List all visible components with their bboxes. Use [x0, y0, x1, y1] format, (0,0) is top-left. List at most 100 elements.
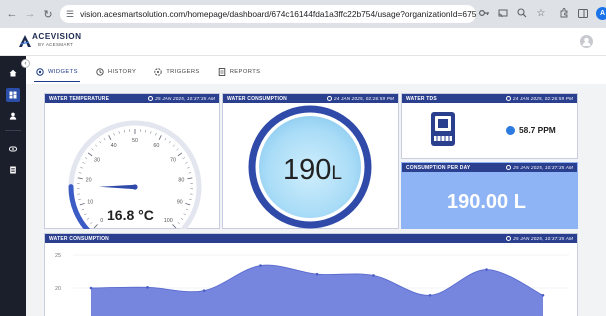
- gauge-minor-tick: [155, 132, 157, 136]
- gauge-minor-tick: [180, 217, 184, 220]
- card-timestamp: 24 JAN 2025, 02:26:59 PM: [327, 96, 394, 101]
- dashboard-icon: [9, 91, 17, 99]
- zoom-icon[interactable]: [516, 6, 528, 20]
- chart-plot: 25 20: [55, 253, 569, 316]
- water-temperature-card: WATER TEMPERATURE 25 JAN 2025, 10:37:35 …: [44, 93, 220, 229]
- data-point[interactable]: [89, 286, 93, 290]
- timestamp-text: 25 JAN 2025, 10:37:35 AM: [513, 236, 573, 241]
- sidebar-divider: [5, 130, 21, 131]
- temperature-value: 16.8 °C: [107, 207, 154, 223]
- gauge-minor-tick: [189, 198, 192, 200]
- gauge-minor-tick: [183, 213, 186, 216]
- gauge-minor-tick: [185, 208, 189, 211]
- gauge-minor-tick: [81, 208, 85, 211]
- gauge-minor-tick: [164, 137, 167, 141]
- sidebar-item-devices[interactable]: [6, 142, 20, 156]
- gauge-major-tick: [93, 224, 98, 229]
- app-header: ACEVISION BY ACESMART: [0, 28, 606, 56]
- data-point[interactable]: [372, 274, 375, 277]
- gauge-minor-tick: [188, 172, 192, 174]
- tab-widgets[interactable]: WIDGETS: [34, 62, 80, 82]
- sidebar-item-home[interactable]: [6, 66, 20, 80]
- sidebar-collapse-button[interactable]: ‹: [21, 59, 30, 68]
- consumption-unit: L: [331, 163, 342, 184]
- gauge-minor-tick: [95, 144, 98, 147]
- clock-icon: [506, 96, 512, 101]
- url-text: vision.acesmartsolution.com/homepage/das…: [80, 9, 476, 19]
- sidebar-item-reports[interactable]: [6, 163, 20, 177]
- site-info-icon[interactable]: ☰: [66, 9, 74, 20]
- y-tick-label: 20: [55, 286, 61, 292]
- tab-triggers[interactable]: TRIGGERS: [152, 62, 201, 82]
- card-timestamp: 25 JAN 2025, 10:37:35 AM: [506, 165, 573, 170]
- gauge-major-tick: [172, 224, 177, 229]
- gauge-minor-tick: [99, 141, 102, 144]
- gauge-tick-label: 50: [132, 138, 138, 144]
- gauge-minor-tick: [185, 162, 188, 164]
- gauge-needle: [99, 184, 136, 190]
- data-point[interactable]: [146, 286, 149, 289]
- clock-icon: [148, 96, 154, 101]
- y-tick-label: 25: [55, 253, 61, 259]
- sidebar-panel-icon[interactable]: [577, 6, 589, 20]
- gauge-major-tick: [79, 202, 85, 206]
- gauge-minor-tick: [177, 222, 180, 225]
- gauge-major-tick: [108, 135, 112, 140]
- card-header: WATER TDS 24 JAN 2025, 02:26:59 PM: [402, 94, 577, 103]
- gauge-major-tick: [177, 152, 183, 157]
- sidebar-item-users[interactable]: [6, 109, 20, 123]
- card-title: WATER TDS: [406, 95, 437, 102]
- gauge-minor-tick: [113, 132, 115, 136]
- gauge-tick-label: 90: [177, 200, 183, 206]
- gauge-minor-tick: [103, 137, 106, 141]
- back-icon[interactable]: ←: [4, 6, 20, 22]
- tab-label: HISTORY: [107, 69, 137, 75]
- history-icon: [96, 68, 104, 76]
- card-header: WATER CONSUMPTION 25 JAN 2025, 10:37:35 …: [45, 234, 577, 243]
- data-point[interactable]: [259, 264, 262, 267]
- gauge-tick-label: 20: [86, 178, 92, 184]
- consumption-per-day-card: CONSUMPTION PER DAY 25 JAN 2025, 10:37:3…: [401, 162, 578, 229]
- card-title: WATER TEMPERATURE: [49, 95, 110, 102]
- password-key-icon[interactable]: [478, 6, 490, 20]
- gauge-minor-tick: [172, 144, 175, 147]
- data-point[interactable]: [202, 289, 206, 292]
- clock-icon: [327, 96, 333, 101]
- reports-icon: [218, 68, 225, 76]
- tab-reports[interactable]: REPORTS: [216, 62, 263, 82]
- triggers-icon: [154, 68, 162, 76]
- home-icon: [9, 69, 17, 77]
- tab-history[interactable]: HISTORY: [94, 62, 138, 82]
- tds-status-dot: [506, 125, 515, 135]
- tds-sensor-icon: [431, 112, 455, 146]
- bookmark-star-icon[interactable]: ☆: [535, 6, 547, 20]
- gauge-tick-label: 70: [170, 157, 176, 163]
- profile-avatar[interactable]: A: [596, 6, 606, 20]
- card-header: WATER CONSUMPTION 24 JAN 2025, 02:26:59 …: [223, 94, 398, 103]
- data-point[interactable]: [315, 272, 319, 276]
- tds-reading: 58.7 PPM: [506, 125, 556, 135]
- reload-icon[interactable]: ↻: [40, 6, 56, 22]
- gauge-major-tick: [87, 152, 93, 157]
- acevision-logo[interactable]: ACEVISION BY ACESMART: [18, 31, 88, 53]
- forward-icon[interactable]: →: [22, 6, 38, 22]
- gauge-minor-tick: [168, 141, 171, 144]
- card-title: WATER CONSUMPTION: [227, 95, 287, 102]
- data-point[interactable]: [485, 268, 488, 271]
- data-point[interactable]: [428, 293, 432, 297]
- gauge-major-tick: [187, 177, 193, 180]
- left-sidebar: [0, 56, 26, 316]
- timestamp-text: 24 JAN 2025, 02:26:59 PM: [513, 96, 573, 101]
- gauge-major-tick: [158, 135, 162, 140]
- cast-icon[interactable]: [497, 6, 509, 20]
- extensions-icon[interactable]: [558, 6, 570, 20]
- tab-label: REPORTS: [229, 69, 261, 75]
- water-consumption-chart-card: WATER CONSUMPTION 25 JAN 2025, 10:37:35 …: [44, 233, 578, 316]
- address-bar[interactable]: ☰ vision.acesmartsolution.com/homepage/d…: [60, 5, 476, 23]
- user-icon: [9, 112, 17, 120]
- sidebar-item-dashboard[interactable]: [6, 88, 20, 102]
- data-point[interactable]: [541, 293, 545, 297]
- user-account-icon[interactable]: [580, 35, 593, 48]
- gauge-minor-tick: [86, 217, 90, 220]
- clock-icon: [506, 236, 512, 241]
